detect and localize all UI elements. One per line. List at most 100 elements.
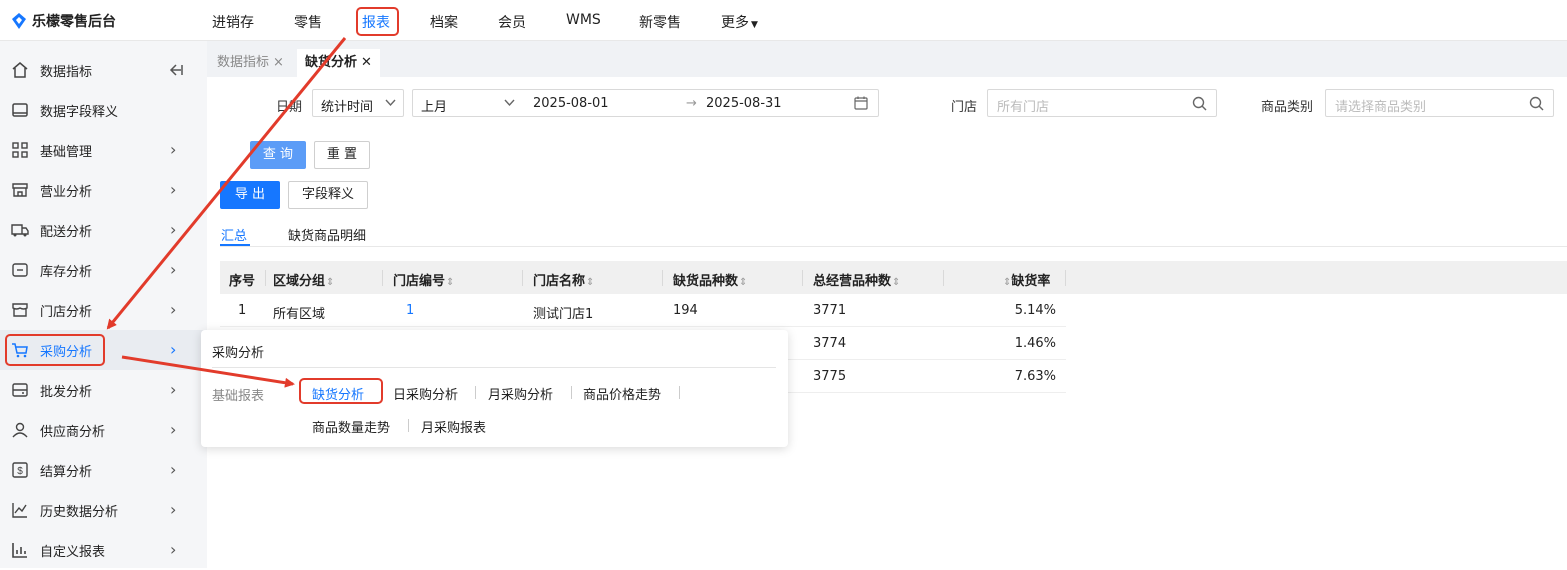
tab-data-metrics[interactable]: 数据指标 × xyxy=(209,49,292,77)
search-icon[interactable] xyxy=(1529,96,1544,111)
nav-item-archives[interactable]: 档案 xyxy=(430,12,458,32)
chevron-right-icon: › xyxy=(170,540,177,559)
user-icon xyxy=(12,422,28,438)
category-input[interactable]: 请选择商品类别 xyxy=(1325,89,1554,117)
sidebar-item-delivery-analysis[interactable]: 配送分析 › xyxy=(0,210,207,250)
subtab-out-of-stock-details[interactable]: 缺货商品明细 xyxy=(288,225,366,244)
menu-link-price-trend[interactable]: 商品价格走势 xyxy=(583,384,661,403)
grid-icon xyxy=(12,142,28,158)
sidebar-item-label: 营业分析 xyxy=(40,185,93,200)
date-range-picker[interactable]: 上月 2025-08-01 → 2025-08-31 xyxy=(412,89,879,117)
shop-icon xyxy=(12,303,28,317)
start-date-input[interactable]: 2025-08-01 xyxy=(533,96,609,111)
table-row: 1 所有区域 1 测试门店1 194 3771 5.14% xyxy=(220,294,1066,327)
chevron-down-icon xyxy=(504,99,515,107)
column-divider xyxy=(1065,270,1066,286)
nav-item-wms[interactable]: WMS xyxy=(566,12,601,28)
reset-button[interactable]: 重 置 xyxy=(314,141,370,169)
sidebar-item-label: 结算分析 xyxy=(40,465,93,480)
query-button[interactable]: 查 询 xyxy=(250,141,306,169)
sort-icon: ⇕ xyxy=(446,277,455,288)
collapse-sidebar-icon[interactable] xyxy=(168,63,184,77)
close-icon[interactable]: ✕ xyxy=(361,55,372,70)
annotation-highlight-out-of-stock-analysis xyxy=(299,378,383,404)
end-date-input[interactable]: 2025-08-31 xyxy=(706,96,782,111)
column-divider xyxy=(943,270,944,286)
date-type-value: 统计时间 xyxy=(321,100,374,115)
cell-total-items: 3775 xyxy=(813,369,847,384)
tab-label: 数据指标 xyxy=(217,55,270,70)
column-header-label: 缺货品种数 xyxy=(673,274,739,289)
column-divider xyxy=(522,270,523,286)
sidebar-item-custom-reports[interactable]: 自定义报表 › xyxy=(0,530,207,570)
nav-item-new-retail[interactable]: 新零售 xyxy=(639,12,681,32)
tab-label: 缺货分析 xyxy=(305,55,358,70)
truck-icon xyxy=(11,224,29,237)
column-header-store-name[interactable]: 门店名称⇕ xyxy=(533,270,594,289)
menu-separator xyxy=(408,419,409,432)
period-select-value[interactable]: 上月 xyxy=(421,96,447,115)
subtab-summary[interactable]: 汇总 xyxy=(221,225,247,244)
page-tab-bar: 数据指标 × 缺货分析 ✕ xyxy=(207,41,1567,77)
cell-out-of-stock-count: 194 xyxy=(673,303,698,318)
top-navigation-bar: 乐檬零售后台 进销存 零售 报表 档案 会员 WMS 新零售 更多 ▼ xyxy=(0,0,1567,41)
store-icon xyxy=(12,183,28,197)
chevron-right-icon: › xyxy=(170,340,177,359)
column-header-out-of-stock-rate[interactable]: ⇕缺货率 xyxy=(1002,270,1050,289)
cell-out-of-stock-rate: 5.14% xyxy=(1014,303,1056,318)
app-logo[interactable]: 乐檬零售后台 xyxy=(10,11,116,31)
home-icon xyxy=(12,62,28,78)
export-button[interactable]: 导 出 xyxy=(220,181,280,209)
sidebar-item-label: 供应商分析 xyxy=(40,425,106,440)
column-header-region[interactable]: 区域分组⇕ xyxy=(273,270,334,289)
column-header-store-number[interactable]: 门店编号⇕ xyxy=(393,270,454,289)
chevron-right-icon: › xyxy=(170,300,177,319)
menu-separator xyxy=(679,386,680,399)
sidebar-item-store-analysis[interactable]: 门店分析 › xyxy=(0,290,207,330)
sidebar-item-label: 历史数据分析 xyxy=(40,505,119,520)
column-header-label: 缺货率 xyxy=(1011,274,1051,289)
nav-item-more[interactable]: 更多 ▼ xyxy=(721,12,758,32)
sidebar-item-settlement-analysis[interactable]: $ 结算分析 › xyxy=(0,450,207,490)
date-label: 日期 xyxy=(276,100,303,115)
table-header: 序号 区域分组⇕ 门店编号⇕ 门店名称⇕ 缺货品种数⇕ 总经营品种数⇕ ⇕缺货率 xyxy=(220,261,1567,294)
sidebar-item-basic-management[interactable]: 基础管理 › xyxy=(0,130,207,170)
field-definition-button[interactable]: 字段释义 xyxy=(288,181,368,209)
calendar-icon[interactable] xyxy=(854,96,868,110)
sidebar-item-label: 库存分析 xyxy=(40,265,93,280)
svg-text:$: $ xyxy=(17,466,23,477)
category-placeholder: 请选择商品类别 xyxy=(1335,100,1427,115)
bar-chart-icon xyxy=(12,543,27,558)
sidebar-item-inventory-analysis[interactable]: 库存分析 › xyxy=(0,250,207,290)
column-header-label: 门店名称 xyxy=(533,274,586,289)
column-header-out-of-stock-count[interactable]: 缺货品种数⇕ xyxy=(673,270,747,289)
chart-icon xyxy=(12,503,27,518)
menu-link-quantity-trend[interactable]: 商品数量走势 xyxy=(312,417,390,436)
sidebar-item-wholesale-analysis[interactable]: 批发分析 › xyxy=(0,370,207,410)
store-input[interactable]: 所有门店 xyxy=(987,89,1217,117)
cell-store-number-link[interactable]: 1 xyxy=(406,303,414,318)
sidebar-item-history-analysis[interactable]: 历史数据分析 › xyxy=(0,490,207,530)
menu-link-monthly-purchase-report[interactable]: 月采购报表 xyxy=(421,417,486,436)
nav-item-members[interactable]: 会员 xyxy=(498,12,526,32)
tab-out-of-stock-analysis[interactable]: 缺货分析 ✕ xyxy=(297,49,380,77)
cell-store-name: 测试门店1 xyxy=(533,307,594,322)
subtab-active-indicator xyxy=(220,244,250,246)
sidebar-item-business-analysis[interactable]: 营业分析 › xyxy=(0,170,207,210)
logo-icon xyxy=(12,13,26,29)
nav-item-retail[interactable]: 零售 xyxy=(294,12,322,32)
cell-index: 1 xyxy=(238,303,247,318)
date-type-select[interactable]: 统计时间 xyxy=(312,89,404,117)
sidebar-item-supplier-analysis[interactable]: 供应商分析 › xyxy=(0,410,207,450)
app-title: 乐檬零售后台 xyxy=(32,14,116,30)
menu-link-daily-purchase-analysis[interactable]: 日采购分析 xyxy=(393,384,458,403)
search-icon[interactable] xyxy=(1192,96,1207,111)
column-header-total-items[interactable]: 总经营品种数⇕ xyxy=(813,270,900,289)
sidebar-item-field-definitions[interactable]: 数据字段释义 xyxy=(0,90,207,130)
close-icon[interactable]: × xyxy=(273,55,284,70)
sidebar-item-data-metrics[interactable]: 数据指标 xyxy=(0,50,207,90)
nav-item-inventory[interactable]: 进销存 xyxy=(212,12,254,32)
caret-down-icon: ▼ xyxy=(751,20,758,30)
sidebar-item-label: 数据指标 xyxy=(40,65,93,80)
menu-link-monthly-purchase-analysis[interactable]: 月采购分析 xyxy=(488,384,553,403)
